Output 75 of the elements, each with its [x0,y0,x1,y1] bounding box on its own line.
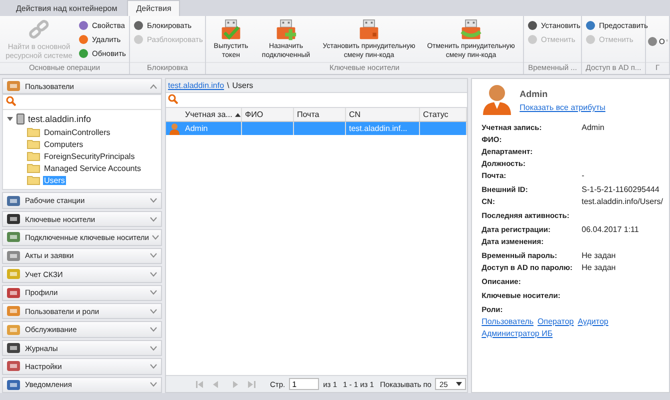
search-icon [6,96,16,106]
search-icon [168,94,178,104]
expand-chevron-icon [150,308,157,314]
tree-item[interactable]: Computers [43,140,84,149]
usb-token-icon [274,19,298,41]
server-icon [16,113,25,126]
sort-arrow-icon [235,112,241,116]
table-cell: Admin [185,124,208,133]
role-link[interactable]: Аудитор [578,317,608,326]
expand-chevron-icon [150,253,157,258]
expand-chevron-icon [150,198,157,204]
pager-navigation-icon[interactable] [196,380,256,388]
column-header[interactable]: Учетная за... [182,108,242,121]
usb-token-icon [357,19,381,41]
folder-icon [27,163,40,174]
show-attributes-link[interactable]: Показать все атрибуты [520,103,606,112]
panel-icon [6,378,22,392]
expand-chevron-icon [150,272,157,277]
ribbon-tab[interactable]: Действия над контейнером [8,1,126,16]
user-avatar-icon [482,83,512,115]
collapse-arrow-icon[interactable] [7,116,13,122]
expand-chevron-icon [150,327,157,332]
usb-token-icon [459,19,483,41]
panel-icon [6,359,22,374]
expand-chevron-icon [150,216,157,222]
page-input[interactable]: 1 [289,378,320,390]
field-value: Не задан [582,262,616,272]
field-value: S-1-5-21-1160295444 [582,184,660,194]
panel-icon [6,248,22,263]
field-value: Не задан [582,250,616,260]
folder-icon [27,139,40,150]
breadcrumb-separator: \ [227,81,230,90]
search-field[interactable] [3,95,161,110]
chain-link-icon [27,19,51,41]
user-name: Admin [520,89,549,99]
column-header[interactable]: Почта [294,108,346,121]
panel-icon [6,304,22,318]
panel-icon [6,267,22,282]
field-value: Admin [582,122,604,132]
expand-chevron-icon [150,382,157,388]
expand-chevron-icon [150,346,157,350]
expand-chevron-icon [152,234,159,240]
folder-icon [27,151,40,162]
table-cell: test.aladdin.inf... [349,124,408,133]
column-header[interactable]: Статус [420,108,467,121]
role-link[interactable]: Администратор ИБ [482,329,553,338]
usb-token-icon [219,19,243,41]
tree-item[interactable]: Managed Service Accounts [43,164,142,173]
column-header[interactable]: CN [346,108,420,121]
user-icon [168,122,180,134]
collapse-chevron-icon [150,84,157,89]
folder-icon [27,127,40,138]
tree-item[interactable]: DomainControllers [43,128,112,137]
expand-chevron-icon [150,364,157,369]
role-link[interactable]: Пользователь [482,317,534,326]
panel-icon [6,79,22,94]
folder-icon [27,175,40,186]
panel-icon [6,194,22,208]
panel-icon [6,212,22,226]
breadcrumb-link[interactable]: test.aladdin.info [168,81,224,90]
breadcrumb-current: Users [232,81,254,90]
field-value: 06.04.2017 1:11 [582,224,639,234]
ribbon-tab[interactable]: Действия [127,0,180,16]
column-header[interactable]: ФИО [242,108,294,121]
panel-icon [6,230,22,244]
panel-icon [6,322,22,337]
field-value: test.aladdin.info/Users/ [582,196,663,206]
expand-chevron-icon [150,290,157,296]
tree-item[interactable]: test.aladdin.info [28,114,92,124]
dropdown-arrow-icon [456,382,462,386]
tree-item[interactable]: ForeignSecurityPrincipals [43,152,136,161]
field-value: - [582,170,584,180]
panel-icon [6,341,22,355]
role-link[interactable]: Оператор [538,317,574,326]
panel-icon [6,286,22,300]
